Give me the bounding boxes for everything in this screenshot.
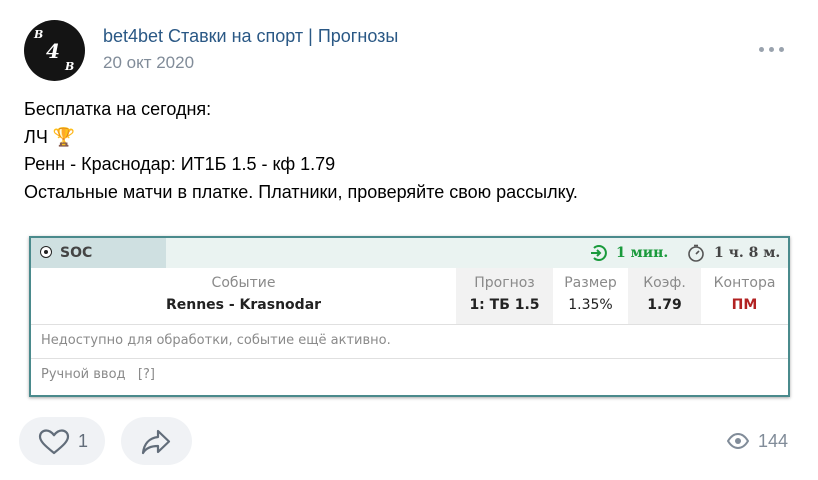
event-header: Событие xyxy=(211,275,276,291)
notice-row: Недоступно для обработки, событие ещё ак… xyxy=(31,324,788,359)
sport-tab: SOC xyxy=(31,238,166,268)
post-line: ЛЧ 🏆 xyxy=(24,126,76,147)
avatar-letter: 4 xyxy=(46,39,60,63)
share-icon xyxy=(141,429,171,455)
post-line: Бесплатка на сегодня: xyxy=(24,99,212,119)
post-line: Ренн - Краснодар: ИТ1Б 1.5 - кф 1.79 xyxy=(24,154,336,174)
bookmaker-value: ПМ xyxy=(731,297,758,313)
notice-text: Недоступно для обработки, событие ещё ак… xyxy=(41,333,391,348)
size-header: Размер xyxy=(564,275,617,291)
event-column: Событие Rennes - Krasnodar xyxy=(31,268,456,324)
heart-icon xyxy=(38,429,70,455)
duration-text: 1 ч. 8 м. xyxy=(714,245,781,261)
avatar-letter: B xyxy=(65,60,75,73)
avatar[interactable]: B 4 B xyxy=(24,20,85,81)
clock-icon xyxy=(688,244,704,262)
odds-column: Коэф. 1.79 xyxy=(628,268,701,324)
like-count: 1 xyxy=(78,431,89,451)
event-value: Rennes - Krasnodar xyxy=(165,297,322,313)
views-count: 144 xyxy=(758,431,789,451)
odds-header: Коэф. xyxy=(643,275,686,291)
forecast-value: 1: ТБ 1.5 xyxy=(469,297,540,313)
post-text: Бесплатка на сегодня: ЛЧ 🏆 Ренн - Красно… xyxy=(24,96,578,206)
odds-value: 1.79 xyxy=(647,297,682,313)
size-column: Размер 1.35% xyxy=(553,268,628,324)
bookmaker-header: Контора xyxy=(713,275,776,291)
share-button[interactable] xyxy=(121,417,192,465)
timer-arrow-icon xyxy=(591,245,607,261)
avatar-letter: B xyxy=(34,28,44,41)
post-line: Остальные матчи в платке. Платники, пров… xyxy=(24,181,578,202)
more-options-icon[interactable] xyxy=(759,41,785,59)
timer-text: 1 мин. xyxy=(616,245,669,261)
manual-input-row: Ручной ввод [?] xyxy=(31,358,788,391)
like-button[interactable]: 1 xyxy=(19,417,105,465)
manual-input-label: Ручной ввод [?] xyxy=(41,367,155,382)
page-name-link[interactable]: bet4bet Ставки на спорт | Прогнозы xyxy=(103,26,398,47)
post-date[interactable]: 20 окт 2020 xyxy=(103,53,194,73)
bookmaker-column: Контора ПМ xyxy=(701,268,788,324)
manual-input-text: Ручной ввод xyxy=(41,367,126,382)
sport-label: SOC xyxy=(60,245,93,261)
size-value: 1.35% xyxy=(568,297,613,313)
help-link[interactable]: [?] xyxy=(138,367,155,382)
bet-card-image[interactable]: SOC 1 мин. 1 ч. 8 м. Событие Rennes - Kr… xyxy=(29,236,790,397)
eye-icon xyxy=(727,433,749,449)
forecast-column: Прогноз 1: ТБ 1.5 xyxy=(456,268,553,324)
card-header: SOC 1 мин. 1 ч. 8 м. xyxy=(31,238,788,268)
forecast-header: Прогноз xyxy=(474,275,535,291)
soccer-ball-icon xyxy=(40,246,52,258)
